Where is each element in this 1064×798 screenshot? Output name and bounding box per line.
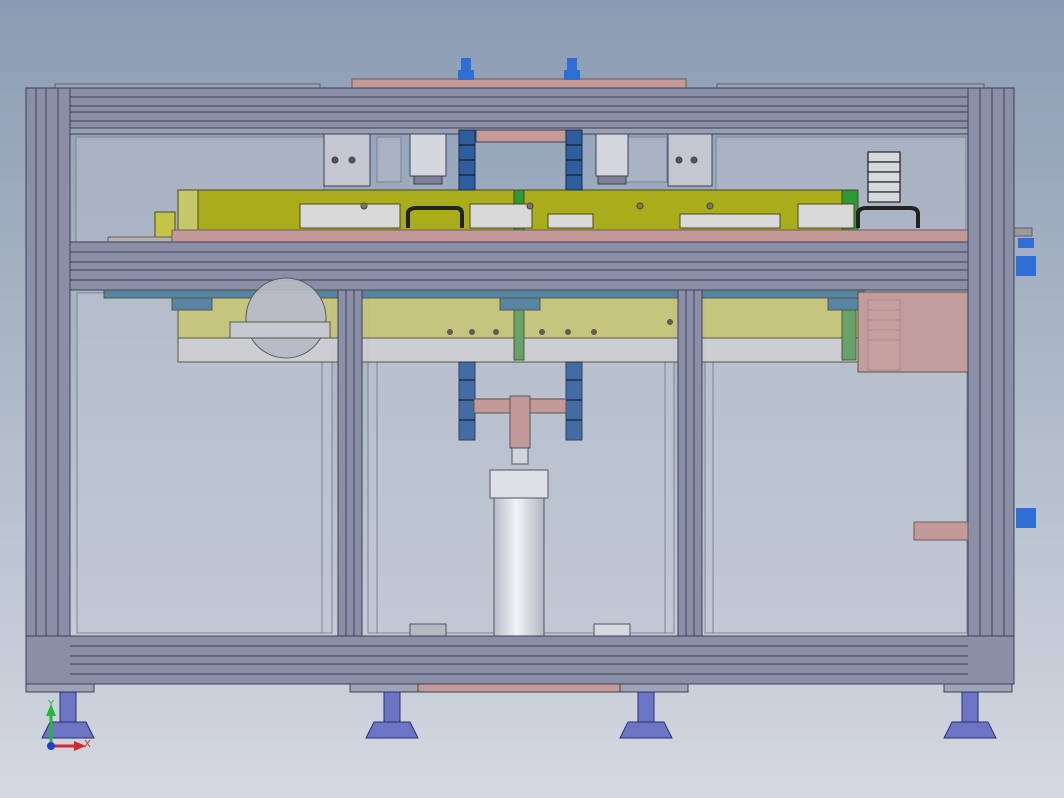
bottom-frame-beam [25, 635, 1015, 693]
lower-yellow-carriage [103, 277, 969, 373]
axis-y-label: Y [48, 699, 55, 710]
upper-pink-base [107, 227, 1033, 244]
cad-viewport[interactable]: Y X [0, 0, 1064, 798]
axis-x-label: X [84, 739, 91, 750]
machine-front-view [0, 0, 1064, 798]
top-frame-beam [25, 87, 1015, 135]
middle-frame-beam [25, 241, 1015, 291]
